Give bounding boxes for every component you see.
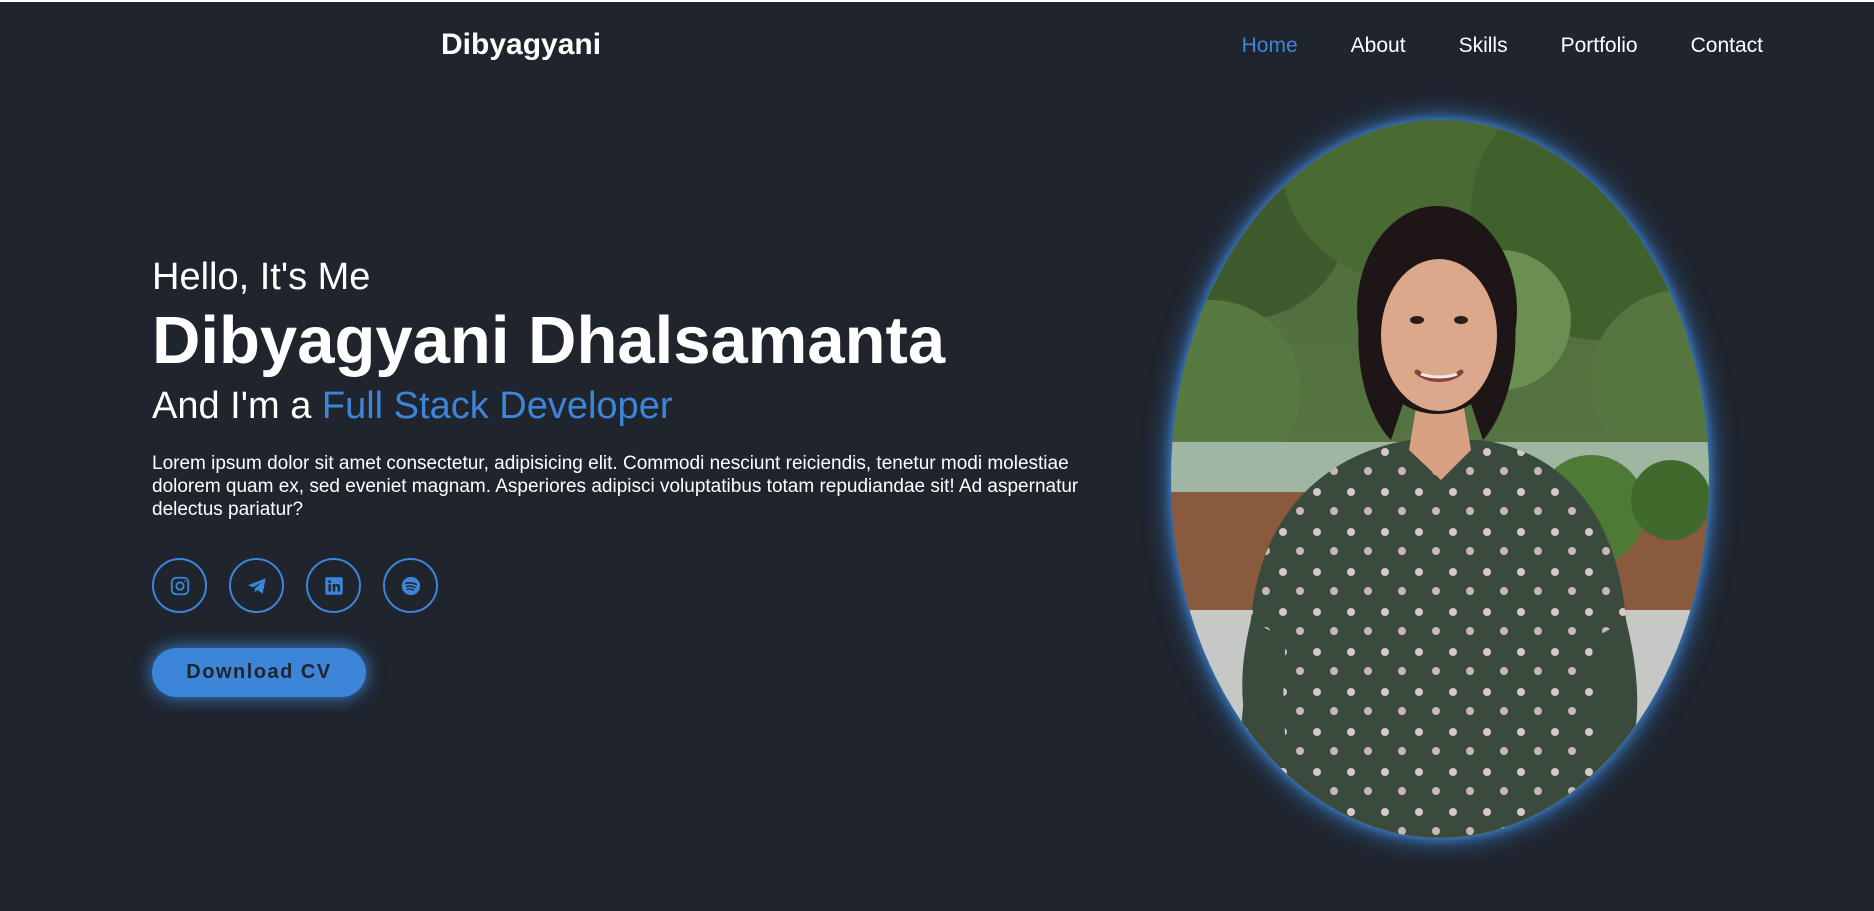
instagram-icon bbox=[170, 576, 189, 595]
profile-photo bbox=[1171, 120, 1709, 838]
hero-name: Dibyagyani Dhalsamanta bbox=[152, 303, 946, 378]
download-cv-button[interactable]: Download CV bbox=[152, 648, 366, 697]
main-nav: Home About Skills Portfolio Contact bbox=[1189, 34, 1763, 58]
nav-skills[interactable]: Skills bbox=[1459, 34, 1508, 58]
site-logo[interactable]: Dibyagyani bbox=[441, 28, 601, 62]
linkedin-icon bbox=[324, 576, 343, 595]
hero-description: Lorem ipsum dolor sit amet consectetur, … bbox=[152, 453, 1079, 520]
profile-photo-image bbox=[1171, 120, 1709, 838]
hero-greeting: Hello, It's Me bbox=[152, 256, 371, 298]
spotify-icon bbox=[401, 576, 420, 595]
nav-home[interactable]: Home bbox=[1242, 34, 1298, 58]
telegram-icon bbox=[247, 577, 266, 594]
nav-about[interactable]: About bbox=[1351, 34, 1406, 58]
nav-contact[interactable]: Contact bbox=[1691, 34, 1763, 58]
page: Dibyagyani Home About Skills Portfolio C… bbox=[0, 0, 1874, 911]
social-links bbox=[152, 558, 1142, 613]
spotify-link[interactable] bbox=[383, 558, 438, 613]
hero-section: Hello, It's Me Dibyagyani Dhalsamanta An… bbox=[152, 254, 1142, 697]
telegram-link[interactable] bbox=[229, 558, 284, 613]
hero-role-prefix: And I'm a bbox=[152, 385, 322, 427]
linkedin-link[interactable] bbox=[306, 558, 361, 613]
instagram-link[interactable] bbox=[152, 558, 207, 613]
hero-role: And I'm a Full Stack Developer bbox=[152, 383, 1142, 429]
nav-portfolio[interactable]: Portfolio bbox=[1561, 34, 1638, 58]
hero-role-highlight: Full Stack Developer bbox=[321, 385, 673, 427]
